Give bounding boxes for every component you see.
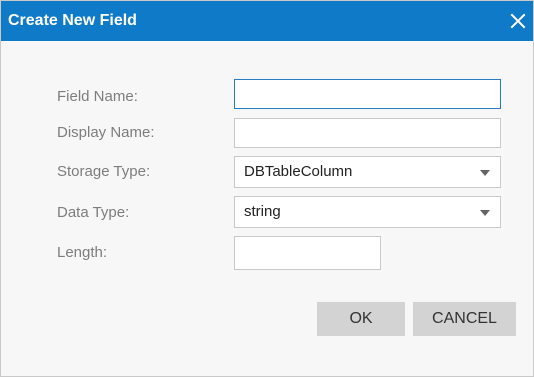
ok-button[interactable]: OK [317,302,405,336]
close-icon [510,13,526,29]
cancel-button[interactable]: CANCEL [413,302,516,336]
create-field-dialog: Create New Field Field Name: Display Nam… [0,0,534,377]
display-name-label: Display Name: [57,124,155,141]
storage-type-value: DBTableColumn [244,163,353,180]
storage-type-label: Storage Type: [57,163,151,180]
field-name-input[interactable] [234,79,501,109]
length-label: Length: [57,244,108,261]
length-input[interactable] [234,236,381,270]
chevron-down-icon [480,210,490,216]
field-name-label: Field Name: [57,88,138,105]
storage-type-select[interactable]: DBTableColumn [234,156,501,188]
data-type-value: string [244,203,281,220]
data-type-label: Data Type: [57,204,130,221]
display-name-input[interactable] [234,118,501,148]
close-button[interactable] [507,10,529,32]
chevron-down-icon [480,170,490,176]
dialog-titlebar: Create New Field [1,1,533,41]
dialog-title: Create New Field [8,12,137,29]
data-type-select[interactable]: string [234,196,501,228]
